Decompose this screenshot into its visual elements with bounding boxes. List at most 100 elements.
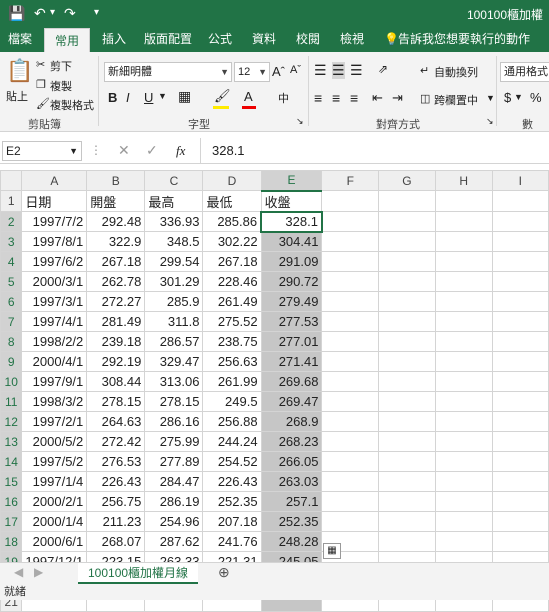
cell[interactable]: 272.42 <box>86 431 146 452</box>
cell[interactable]: 日期 <box>21 190 88 212</box>
cell[interactable]: 308.44 <box>86 371 146 392</box>
cell[interactable] <box>321 311 380 332</box>
cell[interactable] <box>378 190 436 212</box>
cell[interactable] <box>321 291 380 312</box>
align-left-icon[interactable]: ≡ <box>314 90 322 106</box>
cell[interactable]: 248.28 <box>260 531 323 552</box>
cell[interactable] <box>378 411 436 432</box>
cell[interactable]: 239.18 <box>86 331 146 352</box>
cell[interactable] <box>491 331 549 352</box>
cell[interactable]: 292.19 <box>86 351 146 372</box>
row-header[interactable]: 6 <box>0 291 23 312</box>
orientation-icon[interactable]: ⇗ <box>378 62 388 76</box>
cell[interactable] <box>491 311 549 332</box>
cell[interactable]: 276.53 <box>86 451 146 472</box>
cell[interactable]: 278.15 <box>86 391 146 412</box>
column-header[interactable]: E <box>260 170 323 192</box>
chevron-down-icon[interactable]: ▼ <box>158 91 167 101</box>
cell[interactable]: 322.9 <box>86 231 146 252</box>
cell[interactable]: 最高 <box>144 190 204 212</box>
cell[interactable]: 252.35 <box>260 511 323 532</box>
cell[interactable] <box>378 471 436 492</box>
bold-button[interactable]: B <box>108 90 117 105</box>
select-all-corner[interactable] <box>0 170 23 191</box>
cell[interactable]: 277.01 <box>260 331 323 352</box>
cell[interactable]: 275.52 <box>202 311 262 332</box>
cell[interactable]: 1997/1/4 <box>21 471 88 492</box>
cell[interactable] <box>491 371 549 392</box>
cell[interactable] <box>491 351 549 372</box>
cell[interactable] <box>434 331 493 352</box>
cell[interactable] <box>491 471 549 492</box>
quick-analysis-icon[interactable]: ▦ <box>323 543 341 559</box>
cell[interactable] <box>434 211 493 232</box>
cell[interactable]: 2000/6/1 <box>21 531 88 552</box>
cell[interactable]: 269.68 <box>260 371 323 392</box>
cell[interactable] <box>491 231 549 252</box>
column-header[interactable]: C <box>144 170 204 191</box>
decrease-indent-icon[interactable]: ⇤ <box>372 90 383 106</box>
scroll-left-icon[interactable]: ◀ <box>14 565 23 579</box>
cell[interactable] <box>378 451 436 472</box>
cell[interactable]: 268.23 <box>260 431 323 452</box>
undo-dropdown-icon[interactable]: ▾ <box>50 4 55 22</box>
cell[interactable]: 261.49 <box>202 291 262 312</box>
cell[interactable] <box>321 411 380 432</box>
cell[interactable]: 1997/5/2 <box>21 451 88 472</box>
cell[interactable]: 268.07 <box>86 531 146 552</box>
cell[interactable] <box>321 271 380 292</box>
align-top-icon[interactable]: ☰ <box>314 62 327 79</box>
borders-icon[interactable]: ▦ <box>178 88 191 105</box>
cell[interactable]: 1997/4/1 <box>21 311 88 332</box>
row-header[interactable]: 9 <box>0 351 23 372</box>
cell[interactable]: 228.46 <box>202 271 262 292</box>
cell[interactable] <box>378 391 436 412</box>
cell[interactable] <box>491 411 549 432</box>
cell[interactable] <box>321 211 380 232</box>
cell[interactable]: 238.75 <box>202 331 262 352</box>
cell[interactable]: 264.63 <box>86 411 146 432</box>
tab-formulas[interactable]: 公式 <box>208 26 232 52</box>
row-header[interactable]: 2 <box>0 211 23 232</box>
cell[interactable] <box>321 190 380 212</box>
cut-button[interactable]: 剪下 <box>50 58 72 74</box>
cell[interactable]: 244.24 <box>202 431 262 452</box>
cell[interactable] <box>491 491 549 512</box>
formula-input[interactable]: 328.1 <box>212 143 245 158</box>
cell[interactable] <box>491 451 549 472</box>
cell[interactable]: 256.63 <box>202 351 262 372</box>
cell[interactable] <box>434 190 493 212</box>
sheet-tab-active[interactable]: 100100櫃加權月線 <box>78 563 199 584</box>
cell[interactable] <box>434 431 493 452</box>
cell[interactable] <box>491 531 549 552</box>
cell[interactable]: 285.9 <box>144 291 204 312</box>
cell[interactable] <box>378 211 436 232</box>
percent-button[interactable]: % <box>530 90 542 105</box>
save-icon[interactable]: 💾 <box>8 4 25 22</box>
row-header[interactable]: 17 <box>0 511 23 532</box>
cell[interactable]: 收盤 <box>260 190 323 212</box>
format-painter-button[interactable]: 複製格式 <box>50 97 94 113</box>
cell[interactable]: 1997/6/2 <box>21 251 88 272</box>
column-header[interactable]: I <box>491 170 549 191</box>
cell[interactable]: 211.23 <box>86 511 146 532</box>
cell[interactable]: 256.88 <box>202 411 262 432</box>
increase-indent-icon[interactable]: ⇥ <box>392 90 403 106</box>
cell[interactable]: 304.41 <box>260 231 323 252</box>
cell[interactable]: 292.48 <box>86 211 146 232</box>
cell[interactable]: 開盤 <box>86 190 146 212</box>
cell[interactable]: 254.52 <box>202 451 262 472</box>
cell[interactable]: 348.5 <box>144 231 204 252</box>
row-header[interactable]: 5 <box>0 271 23 292</box>
cell[interactable] <box>434 351 493 372</box>
cell[interactable]: 284.47 <box>144 471 204 492</box>
undo-icon[interactable]: ↶ <box>34 4 46 22</box>
row-header[interactable]: 10 <box>0 371 23 392</box>
cell[interactable] <box>321 371 380 392</box>
copy-icon[interactable]: ❐ <box>36 78 46 91</box>
row-header[interactable]: 18 <box>0 531 23 552</box>
decrease-font-icon[interactable]: Aˇ <box>290 64 301 76</box>
tab-review[interactable]: 校閱 <box>296 26 320 52</box>
insert-function-icon[interactable]: fx <box>176 143 185 159</box>
redo-icon[interactable]: ↷ <box>64 4 76 22</box>
